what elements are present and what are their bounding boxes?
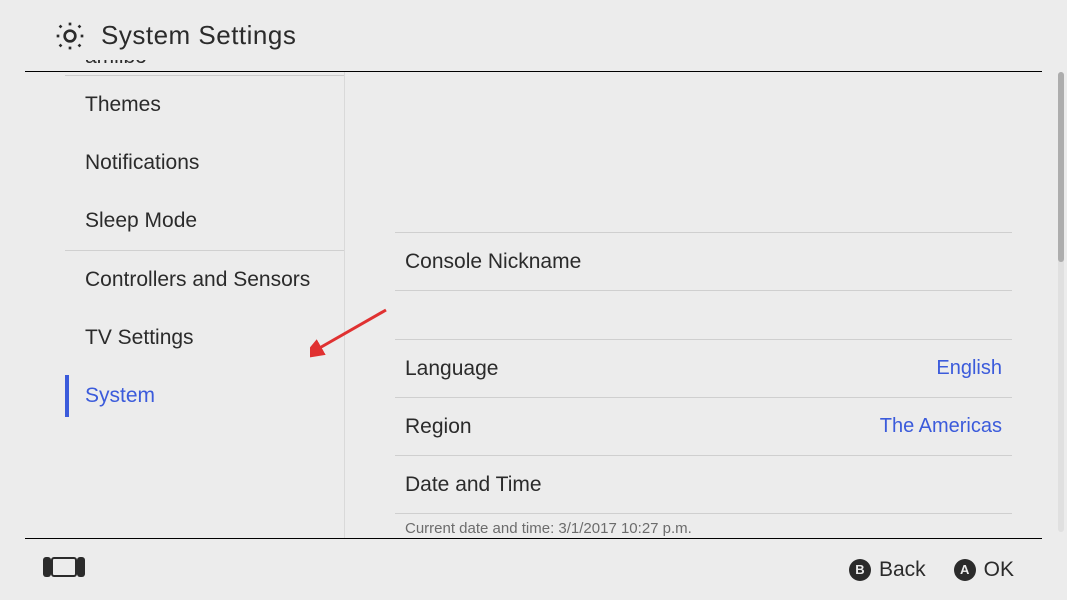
b-button-icon: B (849, 559, 871, 581)
footer-bar: B Back A OK (25, 538, 1042, 600)
b-button-label: Back (879, 558, 926, 582)
sidebar-item-label: System (85, 384, 155, 407)
sidebar-item-system[interactable]: System (65, 367, 344, 425)
footer-right: B Back A OK (849, 558, 1014, 582)
sidebar-item-notifications[interactable]: Notifications (65, 134, 344, 192)
sidebar-item-amiibo[interactable]: amiibo (65, 60, 344, 76)
setting-region[interactable]: Region The Americas (395, 397, 1012, 455)
sidebar-item-label: Controllers and Sensors (85, 268, 310, 291)
sidebar-item-sleep-mode[interactable]: Sleep Mode (65, 192, 344, 250)
sidebar-item-themes[interactable]: Themes (65, 76, 344, 134)
setting-gap (395, 290, 1012, 339)
date-time-subtext: Current date and time: 3/1/2017 10:27 p.… (395, 513, 1012, 537)
page-title: System Settings (101, 20, 296, 51)
a-button-icon: A (954, 559, 976, 581)
sidebar-item-tv-settings[interactable]: TV Settings (65, 309, 344, 367)
content-area: Console Nickname Language English Region… (345, 72, 1042, 538)
sidebar-item-label: Sleep Mode (85, 209, 197, 232)
setting-console-nickname[interactable]: Console Nickname (395, 232, 1012, 290)
console-icon (43, 557, 85, 582)
sidebar-item-controllers-and-sensors[interactable]: Controllers and Sensors (65, 251, 344, 309)
sidebar-item-label: TV Settings (85, 326, 194, 349)
sidebar-item-label: amiibo (85, 60, 147, 67)
setting-value: The Americas (880, 415, 1002, 438)
setting-label: Language (405, 357, 498, 381)
b-button-guide[interactable]: B Back (849, 558, 926, 582)
sidebar-item-label: Notifications (85, 151, 199, 174)
body: amiibo Themes Notifications Sleep Mode C… (25, 72, 1042, 538)
a-button-label: OK (984, 558, 1014, 582)
a-button-guide[interactable]: A OK (954, 558, 1014, 582)
sidebar-item-label: Themes (85, 93, 161, 116)
gear-icon (53, 19, 87, 53)
scrollbar-thumb[interactable] (1058, 72, 1064, 262)
setting-value: English (936, 357, 1002, 380)
setting-label: Date and Time (405, 473, 542, 497)
sidebar-scroll: amiibo Themes Notifications Sleep Mode C… (65, 60, 344, 425)
setting-language[interactable]: Language English (395, 339, 1012, 397)
sidebar: amiibo Themes Notifications Sleep Mode C… (25, 72, 345, 538)
content-inner: Console Nickname Language English Region… (395, 72, 1012, 537)
screen: System Settings amiibo Themes Notificati… (0, 0, 1067, 600)
setting-date-and-time[interactable]: Date and Time (395, 455, 1012, 513)
setting-label: Region (405, 415, 472, 439)
setting-label: Console Nickname (405, 250, 581, 274)
